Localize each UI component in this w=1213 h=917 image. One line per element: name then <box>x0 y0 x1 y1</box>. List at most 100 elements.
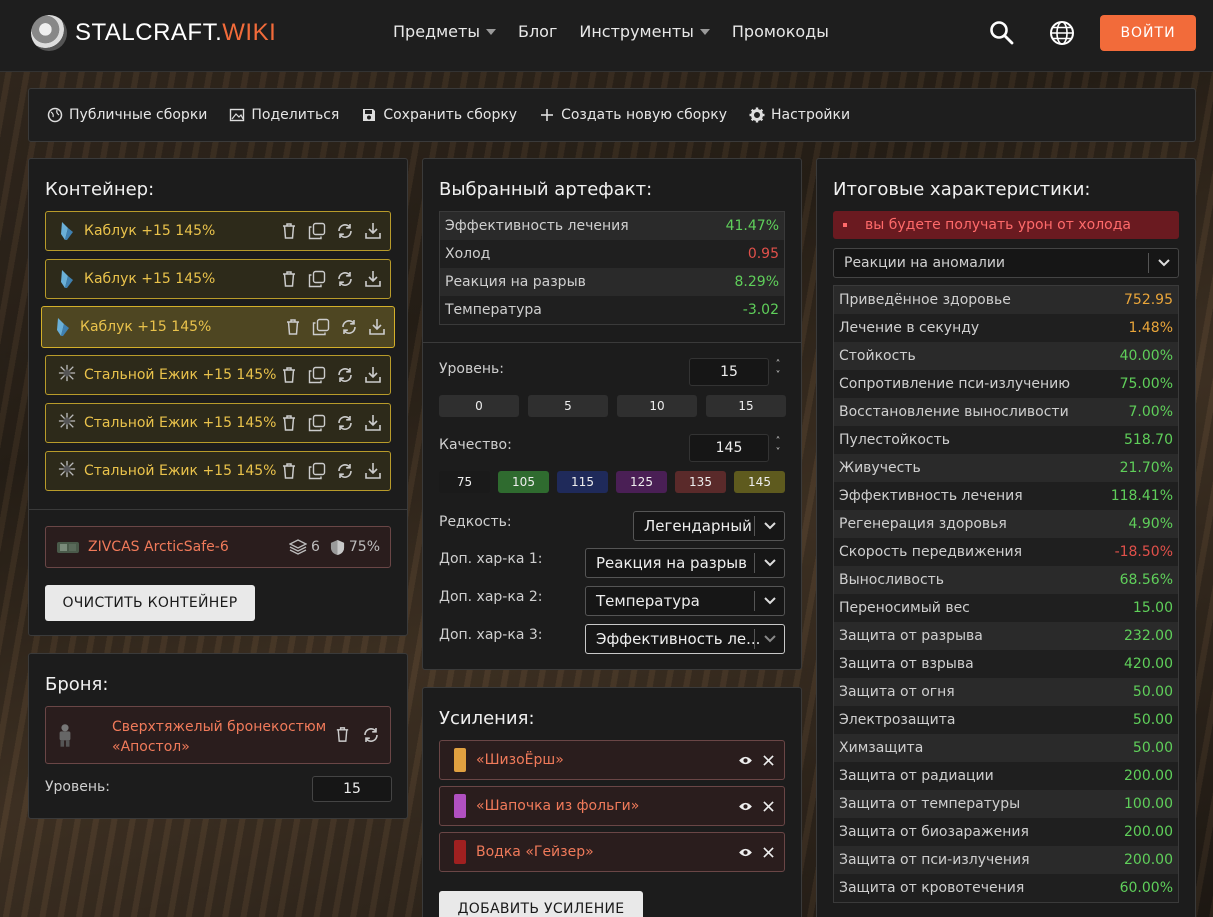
chevron-down-icon <box>699 28 710 35</box>
boost-item[interactable]: «ШизоЁрш» <box>439 740 785 780</box>
total-stat-row: Сопротивление пси-излучению 75.00% <box>834 370 1178 398</box>
copy-icon[interactable] <box>308 462 326 480</box>
level-preset-button[interactable]: 10 <box>617 395 697 417</box>
refresh-icon[interactable] <box>336 462 354 480</box>
download-icon[interactable] <box>368 318 386 336</box>
close-icon[interactable] <box>763 800 774 812</box>
armor-item[interactable]: Сверхтяжелый бронекостюм «Апостол» <box>45 706 391 764</box>
trash-icon[interactable] <box>280 270 298 288</box>
eye-icon[interactable] <box>738 847 753 858</box>
artifact-level-stepper[interactable]: ˄ ˅ <box>773 359 783 381</box>
quality-preset-button[interactable]: 125 <box>616 471 667 493</box>
download-icon[interactable] <box>364 270 382 288</box>
extra1-select[interactable]: Реакция на разрыв <box>585 548 785 578</box>
eye-icon[interactable] <box>738 801 753 812</box>
boost-item[interactable]: «Шапочка из фольги» <box>439 786 785 826</box>
quality-preset-button[interactable]: 145 <box>734 471 785 493</box>
artifact-stat-value: 41.47% <box>725 218 779 234</box>
artifact-stat-row: Реакция на разрыв 8.29% <box>440 268 784 296</box>
copy-icon[interactable] <box>308 366 326 384</box>
level-preset-button[interactable]: 0 <box>439 395 519 417</box>
level-preset-button[interactable]: 15 <box>706 395 786 417</box>
total-stat-row: Защита от огня 50.00 <box>834 678 1178 706</box>
artifact-level-input[interactable]: 15 <box>689 358 769 386</box>
artifact-slot[interactable]: Стальной Ежик +15 145% <box>45 355 391 395</box>
quality-preset-button[interactable]: 115 <box>557 471 608 493</box>
extra2-select[interactable]: Температура <box>585 586 785 616</box>
total-stat-value: 7.00% <box>1128 404 1173 420</box>
total-stat-label: Защита от температуры <box>839 796 1021 812</box>
chevron-down-icon <box>1148 253 1178 273</box>
refresh-icon[interactable] <box>362 726 380 744</box>
logo-text-main: STALCRAFT. <box>75 19 223 46</box>
refresh-icon[interactable] <box>336 270 354 288</box>
nav-tools[interactable]: Инструменты <box>579 22 710 41</box>
refresh-icon[interactable] <box>336 366 354 384</box>
eye-icon[interactable] <box>738 755 753 766</box>
total-stat-value: 50.00 <box>1132 684 1173 700</box>
nav-blog[interactable]: Блог <box>518 22 557 41</box>
trash-icon[interactable] <box>280 222 298 240</box>
quality-preset-button[interactable]: 105 <box>498 471 549 493</box>
total-stat-row: Приведённое здоровье 752.95 <box>834 286 1178 314</box>
container-protection-value: 75% <box>348 539 380 555</box>
chevron-down-icon <box>754 553 784 573</box>
artifact-slot-actions <box>280 414 382 432</box>
trash-icon[interactable] <box>280 414 298 432</box>
container-item[interactable]: ZIVCAS ArcticSafe-6 6 75% <box>45 526 391 568</box>
download-icon[interactable] <box>364 414 382 432</box>
artifact-slot[interactable]: Каблук +15 145% <box>41 306 395 348</box>
copy-icon[interactable] <box>308 414 326 432</box>
artifact-quality-input[interactable]: 145 <box>689 434 769 462</box>
armor-level-input[interactable]: 15 <box>312 776 392 802</box>
refresh-icon[interactable] <box>340 318 358 336</box>
total-stat-value: 60.00% <box>1119 880 1173 896</box>
copy-icon[interactable] <box>308 270 326 288</box>
level-preset-button[interactable]: 5 <box>528 395 608 417</box>
public-builds-button[interactable]: Публичные сборки <box>47 107 207 123</box>
quality-preset-button[interactable]: 75 <box>439 471 490 493</box>
globe-icon[interactable] <box>1049 20 1075 46</box>
rarity-select[interactable]: Легендарный <box>633 511 785 541</box>
artifact-slot[interactable]: Каблук +15 145% <box>45 211 391 251</box>
artifact-quality-stepper[interactable]: ˄ ˅ <box>773 436 783 458</box>
trash-icon[interactable] <box>280 366 298 384</box>
save-build-button[interactable]: Сохранить сборку <box>361 107 517 123</box>
download-icon[interactable] <box>364 462 382 480</box>
search-icon[interactable] <box>989 20 1015 46</box>
boost-item[interactable]: Водка «Гейзер» <box>439 832 785 872</box>
download-icon[interactable] <box>364 222 382 240</box>
divider <box>29 509 407 510</box>
settings-button[interactable]: Настройки <box>749 107 850 123</box>
new-build-button[interactable]: Создать новую сборку <box>539 107 727 123</box>
add-boost-button[interactable]: ДОБАВИТЬ УСИЛЕНИЕ <box>439 891 643 917</box>
trash-icon[interactable] <box>280 462 298 480</box>
logo-text-accent: WIKI <box>222 19 277 46</box>
artifact-slot[interactable]: Стальной Ежик +15 145% <box>45 403 391 443</box>
total-stat-value: 752.95 <box>1124 292 1173 308</box>
refresh-icon[interactable] <box>336 222 354 240</box>
artifact-slot[interactable]: Стальной Ежик +15 145% <box>45 451 391 491</box>
nav-items[interactable]: Предметы <box>393 22 496 41</box>
close-icon[interactable] <box>763 846 774 858</box>
download-icon[interactable] <box>364 366 382 384</box>
quality-preset-button[interactable]: 135 <box>675 471 726 493</box>
site-logo[interactable]: STALCRAFT.WIKI <box>31 15 276 51</box>
build-toolbar: Публичные сборки Поделиться Сохранить сб… <box>28 88 1196 142</box>
clear-container-button[interactable]: ОЧИСТИТЬ КОНТЕЙНЕР <box>45 585 255 621</box>
totals-filter-select[interactable]: Реакции на аномалии <box>833 248 1179 278</box>
refresh-icon[interactable] <box>336 414 354 432</box>
total-stat-label: Химзащита <box>839 740 924 756</box>
boost-item-icon <box>454 840 466 864</box>
share-button[interactable]: Поделиться <box>229 107 339 123</box>
copy-icon[interactable] <box>312 318 330 336</box>
extra3-select[interactable]: Эффективность ле... <box>585 624 785 654</box>
trash-icon[interactable] <box>334 726 351 743</box>
nav-promo[interactable]: Промокоды <box>732 22 829 41</box>
close-icon[interactable] <box>763 754 774 766</box>
total-stat-value: 100.00 <box>1124 796 1173 812</box>
login-button[interactable]: ВОЙТИ <box>1100 15 1196 51</box>
artifact-slot[interactable]: Каблук +15 145% <box>45 259 391 299</box>
copy-icon[interactable] <box>308 222 326 240</box>
trash-icon[interactable] <box>284 318 302 336</box>
